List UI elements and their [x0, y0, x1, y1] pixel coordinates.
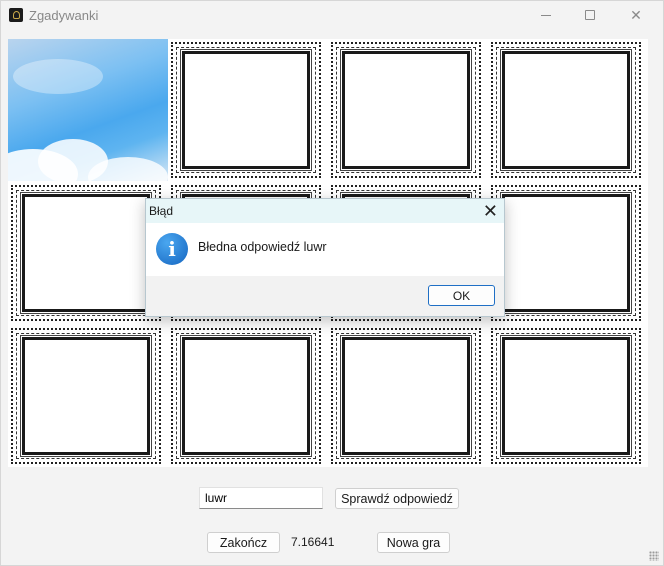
card-frame: [331, 328, 481, 464]
close-icon: ✕: [630, 6, 642, 23]
tile-hidden[interactable]: [8, 182, 168, 324]
tile-hidden[interactable]: [328, 39, 488, 181]
card-frame: [331, 42, 481, 178]
dialog-close-icon[interactable]: ✕: [483, 201, 498, 221]
tile-hidden[interactable]: [168, 325, 328, 467]
card-frame: [491, 185, 641, 321]
tile-hidden[interactable]: [168, 39, 328, 181]
title-bar[interactable]: Zgadywanki ✕: [1, 1, 663, 31]
tile-hidden[interactable]: [488, 182, 648, 324]
minimize-button[interactable]: [523, 1, 569, 29]
card-frame: [171, 328, 321, 464]
minimize-icon: [541, 14, 551, 16]
dialog-title-bar[interactable]: Błąd ✕: [146, 199, 504, 223]
tile-hidden[interactable]: [488, 39, 648, 181]
tile-revealed[interactable]: [8, 39, 168, 181]
tile-hidden[interactable]: [328, 325, 488, 467]
maximize-button[interactable]: [567, 1, 613, 29]
card-frame: [171, 42, 321, 178]
resize-grip-icon[interactable]: [649, 551, 659, 561]
check-answer-button[interactable]: Sprawdź odpowiedź: [335, 488, 459, 509]
timer-value: 7.16641: [291, 535, 335, 549]
answer-input[interactable]: [199, 487, 323, 509]
dialog-message: Błedna odpowiedź luwr: [198, 240, 327, 254]
card-frame: [491, 42, 641, 178]
new-game-button[interactable]: Nowa gra: [377, 532, 450, 553]
close-button[interactable]: ✕: [613, 1, 659, 29]
sky-image: [8, 39, 168, 181]
maximize-icon: [585, 10, 595, 20]
dialog-body: i Błedna odpowiedź luwr: [146, 223, 504, 276]
app-icon: [9, 8, 23, 22]
ok-button[interactable]: OK: [428, 285, 495, 306]
window-title: Zgadywanki: [29, 8, 99, 23]
card-frame: [11, 185, 161, 321]
tile-hidden[interactable]: [8, 325, 168, 467]
dialog-title: Błąd: [149, 204, 174, 218]
card-frame: [491, 328, 641, 464]
info-icon: i: [156, 233, 188, 265]
error-dialog: Błąd ✕ i Błedna odpowiedź luwr OK: [145, 198, 505, 317]
end-game-button[interactable]: Zakończ: [207, 532, 280, 553]
tile-hidden[interactable]: [488, 325, 648, 467]
card-frame: [11, 328, 161, 464]
